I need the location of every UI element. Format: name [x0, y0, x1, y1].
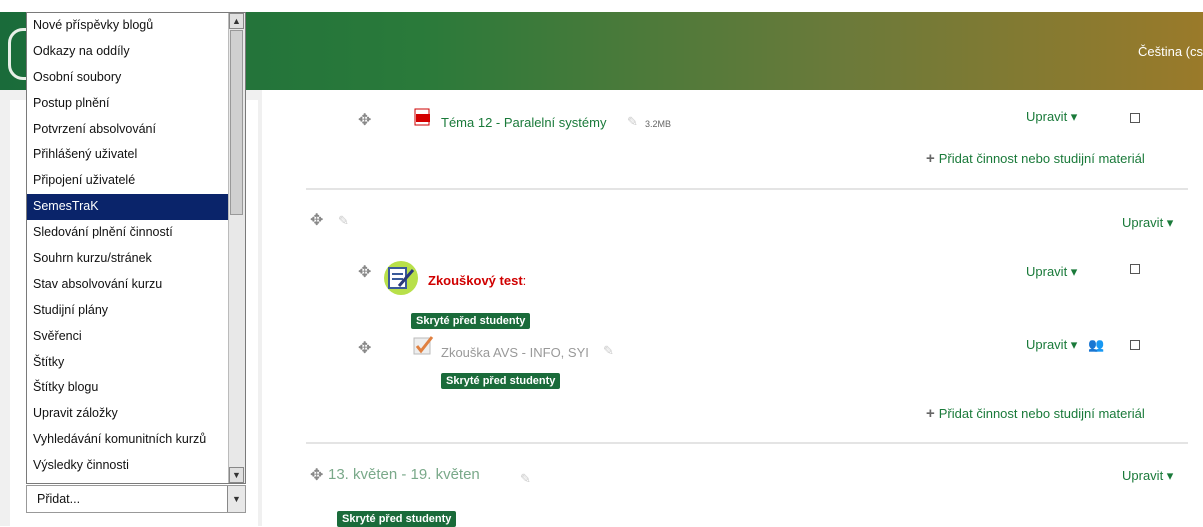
hidden-badge: Skryté před studenty [411, 313, 531, 329]
select-value: Přidat... [37, 492, 81, 506]
scroll-down-button[interactable]: ▼ [229, 467, 244, 483]
dropdown-item[interactable]: Přihlášený uživatel [27, 142, 230, 168]
dropdown-item[interactable]: Nové příspěvky blogů [27, 13, 230, 39]
topic12-link[interactable]: Téma 12 - Paralelní systémy [441, 115, 606, 130]
file-size: 3.2MB [645, 119, 672, 129]
dropdown-item[interactable]: Vyhledávání komunitních kurzů [27, 427, 230, 453]
select-checkbox[interactable] [1130, 264, 1140, 274]
assignment-icon [413, 336, 434, 355]
quiz-link[interactable]: Zkouškový test: [428, 273, 526, 288]
move-icon[interactable]: ✥ [358, 110, 371, 130]
groups-icon[interactable]: 👥 [1088, 337, 1104, 353]
move-icon[interactable]: ✥ [358, 262, 371, 282]
pencil-icon[interactable]: ✎ [338, 213, 349, 229]
dropdown-list: Nové příspěvky blogů Odkazy na oddíly Osob… [27, 13, 230, 483]
add-activity-link[interactable]: + Přidat činnost nebo studijní materiál [926, 405, 1145, 422]
hidden-badge: Skryté před studenty [441, 373, 561, 389]
move-icon[interactable]: ✥ [358, 338, 371, 358]
dropdown-item[interactable]: Potvrzení absolvování [27, 117, 230, 143]
section-divider [306, 188, 1188, 190]
scroll-up-button[interactable]: ▲ [229, 13, 244, 29]
hidden-badge: Skryté před studenty [337, 511, 457, 527]
add-block-select[interactable]: Přidat... ▼ [26, 485, 246, 513]
section-divider [306, 442, 1188, 444]
dropdown-item[interactable]: Odkazy na oddíly [27, 39, 230, 65]
dropdown-item[interactable]: Stav absolvování kurzu [27, 272, 230, 298]
add-activity-link[interactable]: + Přidat činnost nebo studijní materiál [926, 150, 1145, 167]
pencil-icon[interactable]: ✎ [520, 471, 531, 487]
pdf-icon [414, 108, 430, 126]
select-checkbox[interactable] [1130, 113, 1140, 123]
dropdown-item[interactable]: Upravit záložky [27, 401, 230, 427]
dropdown-item[interactable]: Osobní soubory [27, 65, 230, 91]
dropdown-item[interactable]: Štítky [27, 350, 230, 376]
pencil-icon[interactable]: ✎ [603, 343, 614, 359]
dropdown-item[interactable]: Souhrn kurzu/stránek [27, 246, 230, 272]
dropdown-scrollbar[interactable]: ▲ ▼ [228, 13, 245, 483]
dropdown-item[interactable]: Sledování plnění činností [27, 220, 230, 246]
chevron-down-icon[interactable]: ▼ [227, 486, 245, 512]
language-menu[interactable]: Čeština (cs [1138, 44, 1203, 59]
quiz-icon [384, 261, 418, 295]
dropdown-item[interactable]: Výsledky činnosti [27, 453, 230, 479]
scroll-thumb[interactable] [230, 30, 243, 215]
edit-menu-quiz[interactable]: Upravit ▾ [1026, 264, 1077, 280]
add-block-dropdown[interactable]: Nové příspěvky blogů Odkazy na oddíly Osob… [26, 12, 246, 484]
dropdown-item[interactable]: Štítky blogu [27, 375, 230, 401]
dropdown-item[interactable]: Připojení uživatelé [27, 168, 230, 194]
select-checkbox[interactable] [1130, 340, 1140, 350]
dropdown-item[interactable]: Studijní plány [27, 298, 230, 324]
week-title[interactable]: 13. květen - 19. květen [328, 466, 480, 483]
edit-menu-topic12[interactable]: Upravit ▾ [1026, 109, 1077, 125]
edit-menu-exam[interactable]: Upravit ▾ [1026, 337, 1077, 353]
move-icon[interactable]: ✥ [310, 210, 323, 230]
move-icon[interactable]: ✥ [310, 465, 323, 485]
exam-link[interactable]: Zkouška AVS - INFO, SYI [441, 345, 589, 360]
edit-menu-section[interactable]: Upravit ▾ [1122, 215, 1173, 231]
dropdown-item[interactable]: Svěřenci [27, 324, 230, 350]
dropdown-item[interactable]: SemesTraK [27, 194, 230, 221]
pencil-icon[interactable]: ✎ [627, 114, 638, 130]
edit-menu-week[interactable]: Upravit ▾ [1122, 468, 1173, 484]
dropdown-item[interactable]: Postup plnění [27, 91, 230, 117]
